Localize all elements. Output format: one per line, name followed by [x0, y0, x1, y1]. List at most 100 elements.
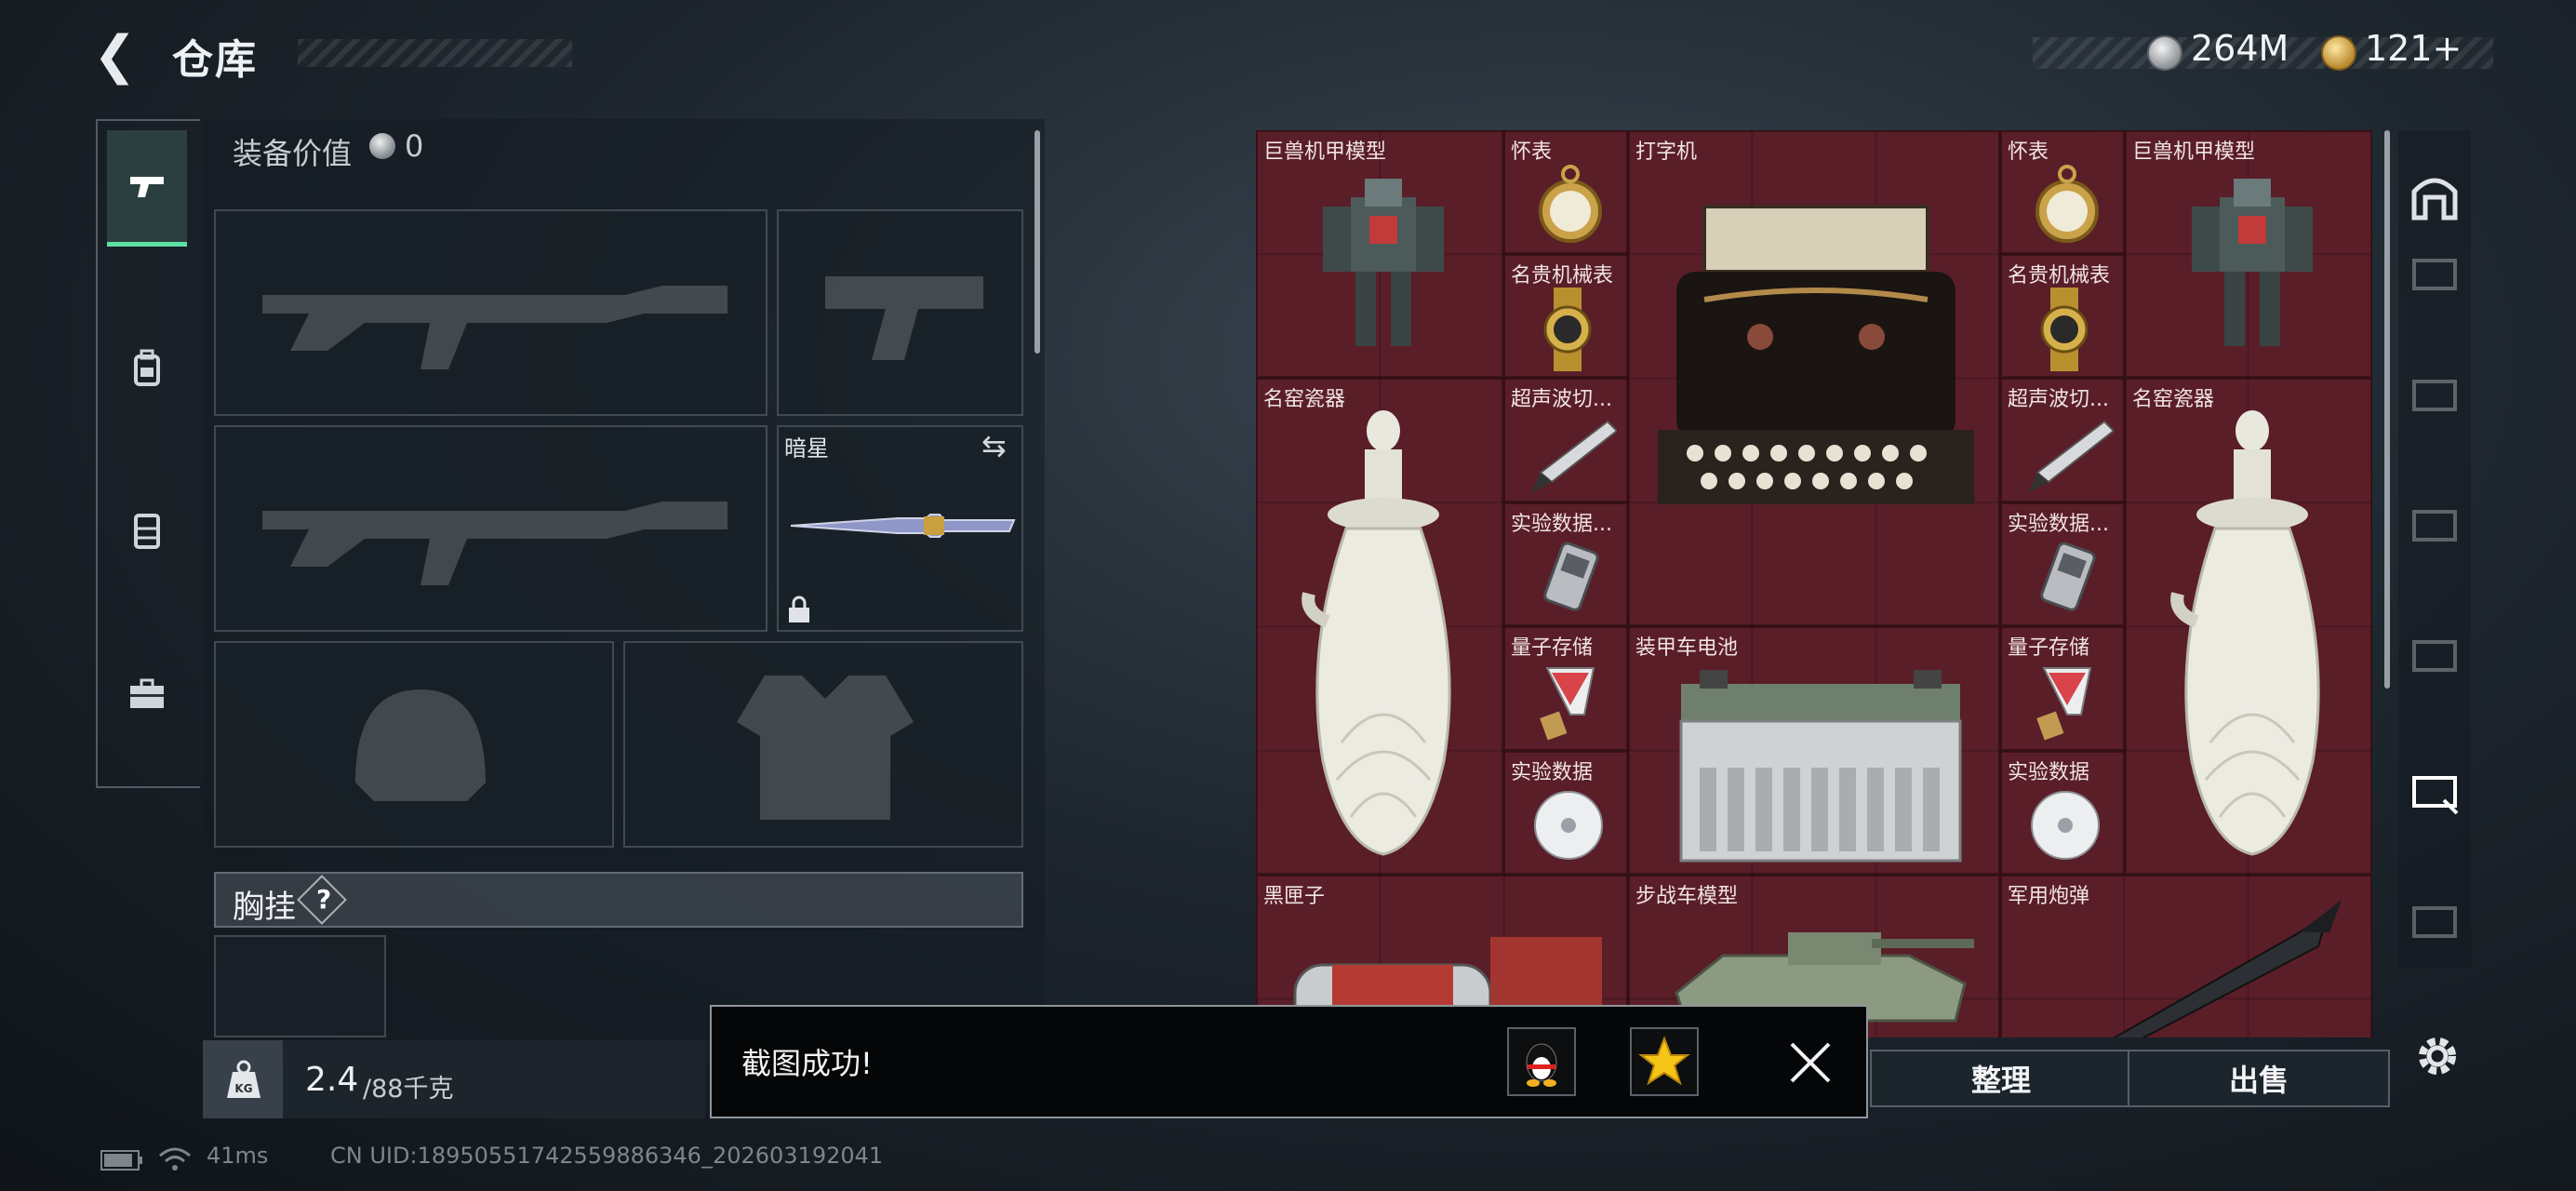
- storage-tab-icon: [2412, 259, 2457, 290]
- item-label: 名贵机械表: [2008, 264, 2111, 288]
- stash-grid: 巨兽机甲模型 怀表 打字机 怀表 巨兽机甲模型 名贵机械表 名贵机械表 名窑瓷器…: [1256, 130, 2372, 1037]
- helmet-silhouette-icon: [355, 689, 486, 801]
- grid-item[interactable]: 实验数据...: [1503, 502, 1628, 626]
- tab-chest-rig[interactable]: [107, 475, 187, 586]
- gear-icon[interactable]: [2409, 1028, 2465, 1084]
- grid-item[interactable]: 怀表: [1503, 130, 1628, 254]
- grid-item[interactable]: 怀表: [2000, 130, 2125, 254]
- chest-rig-slot[interactable]: [214, 935, 386, 1037]
- rifle-silhouette-icon: [262, 502, 727, 585]
- weight-icon-text: KG: [234, 1082, 252, 1095]
- grid-item[interactable]: 名窑瓷器: [2125, 378, 2372, 875]
- wifi-icon: [159, 1147, 191, 1171]
- stash-tab[interactable]: [2405, 495, 2464, 555]
- porcelain-vase-icon: [2170, 410, 2320, 856]
- vest-icon: [134, 514, 160, 549]
- qzone-star-icon: [1638, 1036, 1690, 1086]
- backpack-icon: [134, 349, 160, 386]
- gold-currency-amount[interactable]: 121+: [2365, 28, 2462, 69]
- item-label: 超声波切...: [1511, 388, 1612, 411]
- data-drive-icon: [1543, 542, 1599, 611]
- grid-item[interactable]: 巨兽机甲模型: [2125, 130, 2372, 378]
- stash-tab[interactable]: [2405, 891, 2464, 951]
- lock-icon: [789, 596, 809, 622]
- grid-item[interactable]: 量子存储: [1503, 626, 1628, 751]
- bunker-icon: [2411, 178, 2458, 221]
- ultrasonic-cutter-icon: [1531, 420, 1617, 493]
- silver-currency-amount: 264M: [2191, 28, 2289, 69]
- stash-tab[interactable]: [2405, 244, 2464, 303]
- gold-coin-icon: [2321, 35, 2356, 71]
- silver-coin-icon: [369, 133, 395, 159]
- storage-tab-icon: [2412, 776, 2459, 815]
- grid-item[interactable]: 打字机: [1628, 130, 2000, 626]
- storage-tab-icon: [2412, 380, 2457, 411]
- helmet-slot[interactable]: [214, 641, 614, 848]
- item-label: 名贵机械表: [1511, 264, 1614, 288]
- stash-tab[interactable]: [2405, 625, 2464, 685]
- sidearm-slot[interactable]: [777, 209, 1023, 416]
- back-arrow-icon[interactable]: ❮: [93, 28, 149, 84]
- item-label: 实验数据...: [1511, 513, 1612, 536]
- tab-toolbox[interactable]: [107, 637, 187, 749]
- pocket-watch-icon: [1539, 165, 1602, 243]
- close-icon[interactable]: [1784, 1037, 1836, 1089]
- porcelain-vase-icon: [1301, 410, 1451, 856]
- stash-tab-home[interactable]: [2405, 167, 2464, 227]
- sell-button[interactable]: 出售: [2128, 1050, 2390, 1107]
- ping-readout: 41ms: [207, 1143, 269, 1169]
- grid-item[interactable]: 量子存储: [2000, 626, 2125, 751]
- grid-item[interactable]: 超声波切...: [1503, 378, 1628, 502]
- grid-item[interactable]: 巨兽机甲模型: [1256, 130, 1503, 378]
- sort-button[interactable]: 整理: [1870, 1050, 2132, 1107]
- item-label: 黑匣子: [1263, 885, 1326, 908]
- pocket-watch-icon: [2035, 165, 2099, 243]
- typewriter-icon: [1658, 205, 1974, 504]
- stash-scrollbar[interactable]: [2384, 130, 2390, 689]
- quantum-storage-icon: [1540, 667, 1595, 741]
- pistol-silhouette-icon: [825, 276, 983, 360]
- quantum-storage-icon: [2036, 667, 2092, 741]
- grid-item[interactable]: 装甲车电池: [1628, 626, 2000, 875]
- item-label: 实验数据...: [2008, 513, 2109, 536]
- data-drive-icon: [2040, 542, 2096, 611]
- grid-item[interactable]: 名贵机械表: [1503, 254, 1628, 378]
- armor-slot[interactable]: [623, 641, 1023, 848]
- storage-tab-icon: [2412, 510, 2457, 542]
- mech-model-icon: [2192, 179, 2313, 346]
- grid-item[interactable]: 实验数据...: [2000, 502, 2125, 626]
- item-label: 量子存储: [2008, 636, 2090, 660]
- secondary-weapon-slot[interactable]: [214, 425, 767, 632]
- rifle-silhouette-icon: [262, 286, 727, 369]
- battery-icon: [1679, 670, 1962, 863]
- storage-tab-icon: [2412, 906, 2457, 938]
- qq-penguin-icon: [1526, 1043, 1557, 1087]
- loadout-scrollbar[interactable]: [1034, 130, 1040, 354]
- stash-tab-active[interactable]: [2405, 761, 2464, 821]
- grid-item[interactable]: 实验数据: [1503, 751, 1628, 875]
- item-label: 量子存储: [1511, 636, 1594, 660]
- primary-weapon-slot[interactable]: [214, 209, 767, 416]
- grid-item[interactable]: 名窑瓷器: [1256, 378, 1503, 875]
- mech-model-icon: [1323, 179, 1444, 346]
- tab-weapons[interactable]: [107, 130, 187, 247]
- share-qzone-button[interactable]: [1630, 1027, 1699, 1096]
- tab-backpack[interactable]: [107, 312, 187, 423]
- chest-rig-label: 胸挂: [233, 889, 296, 926]
- grid-item[interactable]: 军用炮弹: [2000, 875, 2372, 1037]
- pistol-icon: [130, 177, 164, 197]
- grid-item[interactable]: 名贵机械表: [2000, 254, 2125, 378]
- ultrasonic-cutter-icon: [2028, 420, 2114, 493]
- equip-value-label: 装备价值: [233, 136, 353, 171]
- wristwatch-icon: [2040, 288, 2089, 371]
- wristwatch-icon: [1543, 288, 1592, 371]
- swap-icon[interactable]: ⇆: [981, 428, 1007, 463]
- knife-icon: [790, 514, 1016, 538]
- storage-tab-icon: [2412, 640, 2457, 672]
- grid-item[interactable]: 超声波切...: [2000, 378, 2125, 502]
- stash-tab[interactable]: [2405, 365, 2464, 424]
- share-qq-button[interactable]: [1507, 1027, 1576, 1096]
- briefcase-icon: [130, 678, 164, 708]
- grid-item[interactable]: 实验数据: [2000, 751, 2125, 875]
- uid-readout: CN UID:18950551742559886346_202603192041: [330, 1143, 884, 1169]
